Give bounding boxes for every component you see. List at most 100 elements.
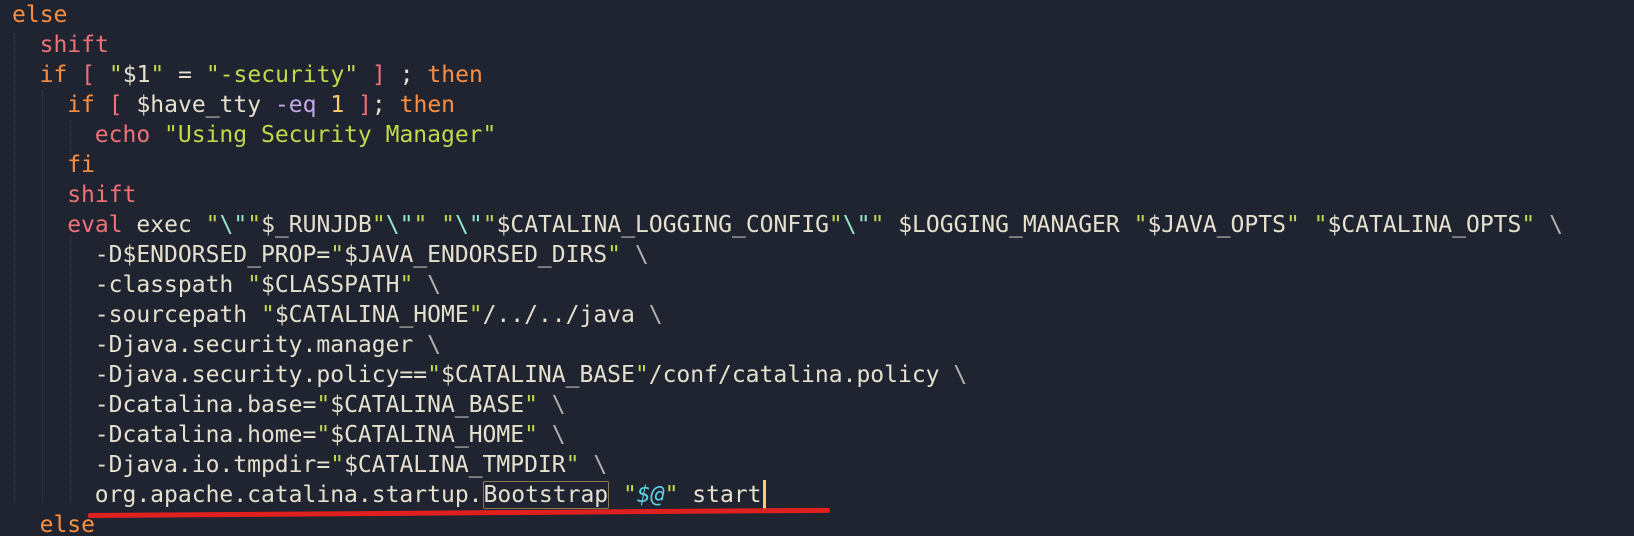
code-token: "	[413, 212, 428, 238]
code-token: \	[939, 362, 968, 388]
code-token: else	[39, 512, 95, 536]
code-token: "	[441, 212, 456, 238]
code-line[interactable]: -Djava.security.manager \	[95, 330, 441, 360]
indent-guide	[70, 235, 71, 503]
code-token: \"	[385, 212, 414, 238]
code-line[interactable]: fi	[67, 150, 95, 180]
code-token: -sourcepath	[94, 302, 261, 328]
code-token: "	[247, 272, 261, 298]
code-token: "	[399, 272, 414, 298]
code-token: [	[81, 62, 96, 88]
code-token: [	[108, 92, 123, 118]
code-token: shift	[67, 182, 137, 208]
code-token: $CATALINA_OPTS	[1327, 212, 1522, 238]
code-token: \"	[219, 212, 248, 238]
code-token: \	[537, 422, 566, 448]
code-token: "	[524, 392, 538, 418]
code-line[interactable]: -sourcepath "$CATALINA_HOME"/../../java …	[95, 300, 663, 330]
code-token: "	[1521, 212, 1536, 238]
code-token: exec	[122, 212, 206, 238]
code-token: "	[260, 302, 275, 328]
code-token: "	[828, 212, 843, 238]
code-token: \"	[842, 212, 871, 238]
code-token: "Using Security Manager"	[164, 122, 497, 148]
code-token: fi	[67, 152, 95, 178]
code-token: if	[39, 62, 68, 88]
code-line[interactable]: shift	[67, 180, 136, 210]
code-line[interactable]: -D$ENDORSED_PROP="$JAVA_ENDORSED_DIRS" \	[95, 240, 649, 270]
code-token: $CATALINA_LOGGING_CONFIG	[496, 212, 829, 238]
code-line[interactable]: else	[12, 0, 67, 30]
code-token: $CATALINA_BASE	[441, 362, 635, 388]
code-token: then	[427, 62, 483, 88]
code-line[interactable]: -Dcatalina.home="$CATALINA_HOME" \	[95, 420, 566, 450]
code-token: -classpath	[94, 272, 248, 298]
code-token: =	[164, 62, 206, 88]
code-token: "	[316, 422, 331, 448]
code-line[interactable]: -Djava.io.tmpdir="$CATALINA_TMPDIR" \	[95, 450, 607, 480]
code-token: $CATALINA_TMPDIR	[344, 452, 566, 478]
code-line[interactable]: if [ $have_tty -eq 1 ]; then	[67, 90, 455, 120]
code-token: then	[399, 92, 456, 118]
code-line[interactable]: else	[40, 510, 95, 536]
code-token: $CATALINA_HOME	[330, 422, 525, 448]
text-cursor	[763, 480, 766, 510]
code-token: $@	[636, 482, 665, 508]
code-line[interactable]: echo "Using Security Manager"	[95, 120, 497, 150]
code-token: \	[579, 452, 608, 478]
code-token: 1	[330, 92, 345, 118]
code-token: \"	[455, 212, 483, 238]
code-token: ;	[385, 62, 428, 88]
code-line[interactable]: org.apache.catalina.startup.Bootstrap "$…	[95, 480, 762, 510]
code-token: -D$ENDORSED_PROP=	[94, 242, 331, 268]
code-token: $CATALINA_BASE	[330, 392, 525, 418]
code-token: "	[1313, 212, 1328, 238]
code-token: -eq	[274, 92, 317, 118]
code-token: shift	[39, 32, 109, 58]
code-token: $JAVA_OPTS	[1147, 212, 1286, 238]
code-token: "	[870, 212, 885, 238]
code-token: "	[482, 212, 497, 238]
code-token: "	[623, 482, 637, 508]
code-token: ]	[358, 92, 372, 118]
code-token: \	[413, 272, 442, 298]
code-token: echo	[94, 122, 151, 148]
code-token: "	[330, 452, 345, 478]
code-token: $CATALINA_HOME	[274, 302, 469, 328]
code-token: Bootstrap	[482, 481, 610, 509]
code-token: "	[634, 362, 649, 388]
code-token: start	[678, 482, 762, 508]
code-token: "	[468, 302, 483, 328]
code-line[interactable]: if [ "$1" = "-security" ] ; then	[40, 60, 483, 90]
code-line[interactable]: -Dcatalina.base="$CATALINA_BASE" \	[95, 390, 566, 420]
code-token: $JAVA_ENDORSED_DIRS	[344, 242, 608, 268]
code-token: "	[247, 212, 262, 238]
code-token: \	[634, 302, 663, 328]
code-token: if	[67, 92, 95, 118]
code-editor[interactable]: else shift if [ "$1" = "-security" ] ; t…	[0, 0, 1634, 536]
code-token: $_RUNJDB	[261, 212, 372, 238]
code-token: "	[205, 212, 220, 238]
code-token: ;	[371, 92, 400, 118]
code-line[interactable]: -classpath "$CLASSPATH" \	[95, 270, 441, 300]
code-token: "-security"	[205, 62, 359, 88]
code-token: "	[607, 242, 622, 268]
code-token: \	[1535, 212, 1563, 238]
code-line[interactable]: -Djava.security.policy=="$CATALINA_BASE"…	[95, 360, 967, 390]
indent-guide	[14, 33, 15, 503]
code-token: -Djava.io.tmpdir=	[94, 452, 331, 478]
code-line[interactable]: shift	[40, 30, 109, 60]
code-token: ]	[372, 62, 386, 88]
code-token: \	[537, 392, 566, 418]
code-token: "	[1133, 212, 1148, 238]
code-token: $1	[122, 62, 151, 88]
code-line[interactable]: eval exec "\""$_RUNJDB"\"" "\""$CATALINA…	[67, 210, 1563, 240]
code-token: "	[371, 212, 386, 238]
code-token: "	[427, 362, 441, 388]
code-token: \	[621, 242, 649, 268]
